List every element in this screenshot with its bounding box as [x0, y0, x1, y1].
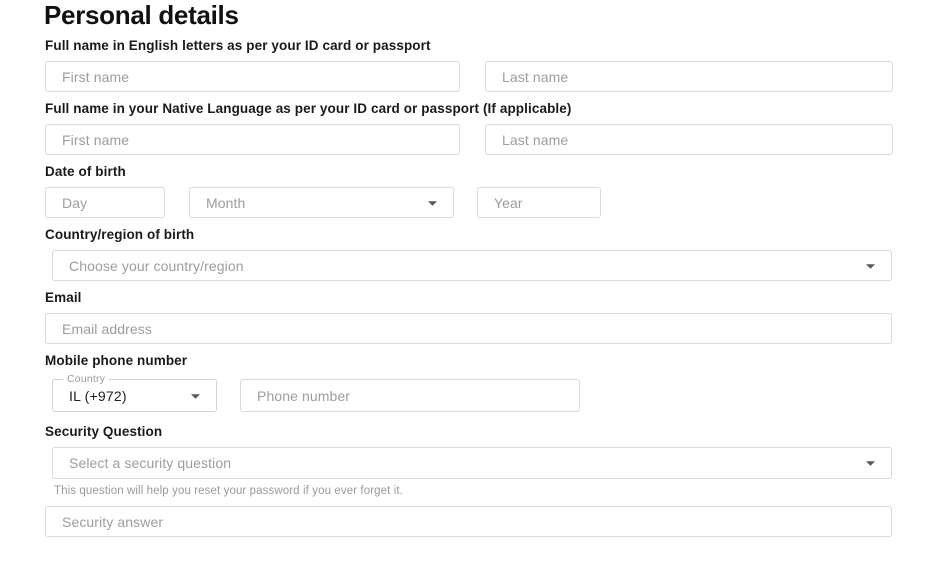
security-question-row: Select a security question — [34, 447, 893, 479]
security-question-group: Security Question Select a security ques… — [34, 424, 893, 498]
english-name-group: Full name in English letters as per your… — [34, 38, 893, 92]
personal-details-form: Personal details Full name in English le… — [0, 0, 927, 576]
email-group: Email Email address — [34, 290, 893, 344]
date-of-birth-row: Day Month Year — [34, 187, 893, 218]
security-question-helper-text: This question will help you reset your p… — [54, 485, 403, 497]
birth-year-placeholder: Year — [494, 194, 523, 211]
native-name-label: Full name in your Native Language as per… — [45, 101, 572, 116]
birth-day-placeholder: Day — [62, 194, 88, 211]
security-answer-row: Security answer — [34, 506, 893, 537]
native-name-row: First name Last name — [34, 124, 893, 155]
country-of-birth-select[interactable]: Choose your country/region — [52, 250, 892, 281]
phone-number-input[interactable]: Phone number — [240, 379, 580, 412]
chevron-down-icon — [866, 459, 875, 468]
mobile-phone-group: Mobile phone number Country IL (+972) Ph… — [34, 353, 893, 412]
security-answer-input[interactable]: Security answer — [45, 506, 892, 537]
mobile-phone-label: Mobile phone number — [45, 353, 188, 368]
security-answer-group: Security answer — [34, 506, 893, 537]
email-input[interactable]: Email address — [45, 313, 892, 344]
chevron-down-icon — [191, 392, 200, 401]
date-of-birth-label: Date of birth — [45, 164, 126, 179]
email-row: Email address — [34, 313, 893, 344]
security-question-placeholder: Select a security question — [69, 455, 232, 471]
english-first-name-placeholder: First name — [62, 68, 130, 85]
security-question-label: Security Question — [45, 424, 163, 439]
english-first-name-input[interactable]: First name — [45, 61, 460, 92]
country-of-birth-row: Choose your country/region — [34, 250, 893, 281]
english-last-name-placeholder: Last name — [501, 68, 569, 85]
phone-country-legend: Country — [63, 373, 110, 385]
english-name-label: Full name in English letters as per your… — [45, 38, 431, 53]
birth-month-select[interactable]: Month — [189, 187, 454, 218]
country-of-birth-placeholder: Choose your country/region — [69, 257, 244, 274]
english-name-row: First name Last name — [34, 61, 893, 92]
native-last-name-placeholder: Last name — [501, 131, 569, 148]
mobile-phone-row: Country IL (+972) Phone number — [34, 373, 893, 412]
birth-year-input[interactable]: Year — [477, 187, 601, 218]
chevron-down-icon — [866, 262, 875, 271]
phone-country-select[interactable]: Country IL (+972) — [52, 373, 217, 412]
native-name-group: Full name in your Native Language as per… — [34, 101, 893, 155]
native-first-name-input[interactable]: First name — [45, 124, 460, 155]
chevron-down-icon — [428, 199, 437, 208]
phone-number-placeholder: Phone number — [257, 387, 351, 404]
birth-month-placeholder: Month — [206, 194, 246, 211]
email-placeholder: Email address — [62, 320, 153, 337]
country-of-birth-label: Country/region of birth — [45, 227, 195, 242]
native-last-name-input[interactable]: Last name — [484, 124, 893, 155]
phone-country-value: IL (+972) — [69, 387, 127, 404]
email-label: Email — [45, 290, 82, 305]
page-title: Personal details — [44, 0, 239, 30]
english-last-name-input[interactable]: Last name — [484, 61, 893, 92]
security-question-select[interactable]: Select a security question — [52, 447, 892, 479]
birth-day-input[interactable]: Day — [45, 187, 165, 218]
date-of-birth-group: Date of birth Day Month Year — [34, 164, 893, 218]
country-of-birth-group: Country/region of birth Choose your coun… — [34, 227, 893, 281]
native-first-name-placeholder: First name — [62, 131, 130, 148]
security-answer-placeholder: Security answer — [62, 513, 164, 530]
